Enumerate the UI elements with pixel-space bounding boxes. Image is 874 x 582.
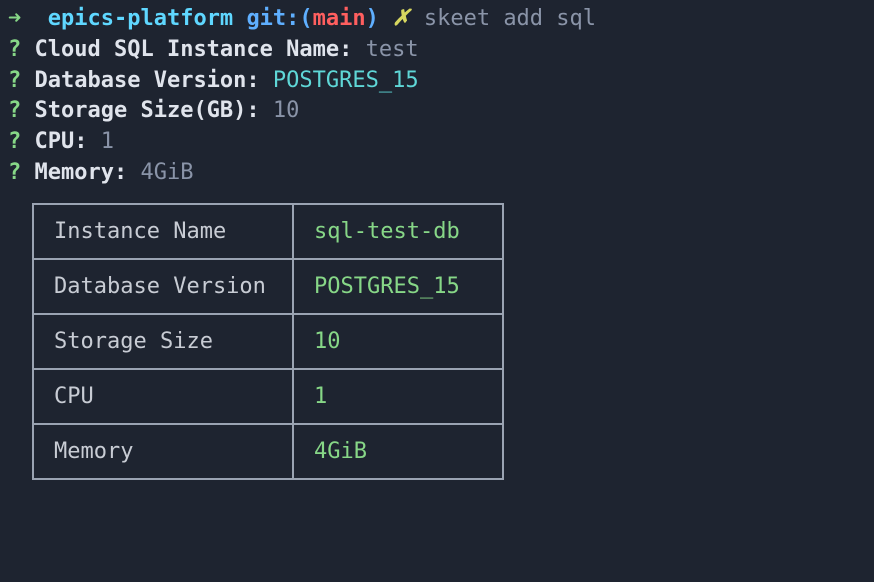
question-mark-icon: ?	[8, 160, 21, 185]
question-answer[interactable]: POSTGRES_15	[273, 68, 419, 93]
question-mark-icon: ?	[8, 68, 21, 93]
table-row: Database Version POSTGRES_15	[33, 259, 503, 314]
question-answer[interactable]: 10	[273, 98, 300, 123]
git-paren-open: (	[299, 6, 312, 31]
command-text[interactable]: skeet add sql	[424, 6, 596, 31]
question-label: Cloud SQL Instance Name:	[35, 37, 353, 62]
project-name: epics-platform	[48, 6, 233, 31]
table-cell-key: Database Version	[33, 259, 293, 314]
table-cell-value: POSTGRES_15	[293, 259, 503, 314]
table-cell-value: sql-test-db	[293, 204, 503, 259]
table-row: Storage Size 10	[33, 314, 503, 369]
question-line: ? Memory: 4GiB	[8, 158, 866, 189]
question-line: ? Storage Size(GB): 10	[8, 96, 866, 127]
table-cell-key: Instance Name	[33, 204, 293, 259]
question-label: Database Version:	[35, 68, 260, 93]
git-branch: main	[313, 6, 366, 31]
question-mark-icon: ?	[8, 129, 21, 154]
table-row: CPU 1	[33, 369, 503, 424]
table-cell-key: Storage Size	[33, 314, 293, 369]
question-label: CPU:	[35, 129, 88, 154]
question-answer[interactable]: test	[366, 37, 419, 62]
question-label: Storage Size(GB):	[35, 98, 260, 123]
question-line: ? Cloud SQL Instance Name: test	[8, 35, 866, 66]
question-answer[interactable]: 4GiB	[140, 160, 193, 185]
question-label: Memory:	[35, 160, 128, 185]
table-cell-value: 1	[293, 369, 503, 424]
summary-table: Instance Name sql-test-db Database Versi…	[32, 203, 504, 480]
table-cell-value: 10	[293, 314, 503, 369]
shell-prompt-line: ➜ epics-platform git:(main) ✗ skeet add …	[8, 4, 866, 35]
prompt-arrow-icon: ➜	[8, 6, 21, 31]
question-answer[interactable]: 1	[101, 129, 114, 154]
question-line: ? CPU: 1	[8, 127, 866, 158]
question-line: ? Database Version: POSTGRES_15	[8, 66, 866, 97]
git-label: git:	[246, 6, 299, 31]
table-cell-key: CPU	[33, 369, 293, 424]
question-mark-icon: ?	[8, 98, 21, 123]
git-paren-close: )	[366, 6, 379, 31]
dirty-icon: ✗	[392, 6, 410, 31]
table-row: Memory 4GiB	[33, 424, 503, 479]
table-cell-value: 4GiB	[293, 424, 503, 479]
table-row: Instance Name sql-test-db	[33, 204, 503, 259]
question-mark-icon: ?	[8, 37, 21, 62]
table-cell-key: Memory	[33, 424, 293, 479]
